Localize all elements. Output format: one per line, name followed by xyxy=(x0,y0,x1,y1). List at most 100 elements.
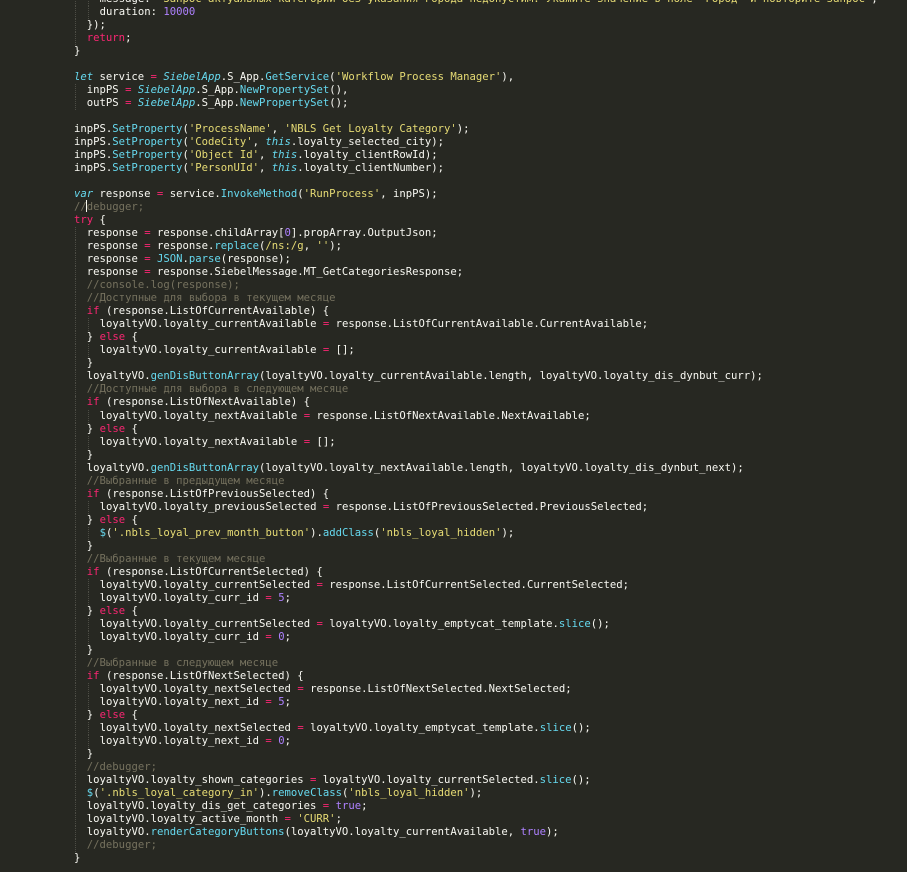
code-token: , xyxy=(259,162,272,175)
code-token: loyaltyVO.loyalty_previousSelected xyxy=(99,500,323,513)
code-line[interactable]: response = response.childArray[0].propAr… xyxy=(74,227,878,241)
code-token: this xyxy=(265,136,291,149)
code-token: ; xyxy=(284,734,291,747)
code-line[interactable]: loyaltyVO.loyalty_nextAvailable = respon… xyxy=(74,409,878,423)
code-token: loyaltyVO.loyalty_nextSelected xyxy=(99,721,298,734)
code-line[interactable]: //debugger; xyxy=(74,760,878,774)
code-line[interactable]: var response = service.InvokeMethod('Run… xyxy=(74,188,878,201)
code-line[interactable]: if (response.ListOfPreviousSelected) { xyxy=(74,487,878,501)
code-line[interactable]: inpPS.SetProperty('PersonUId', this.loya… xyxy=(74,162,878,175)
code-line[interactable]: $('.nbls_loyal_prev_month_button').addCl… xyxy=(74,526,878,540)
code-line[interactable]: loyaltyVO.loyalty_dis_get_categories = t… xyxy=(74,799,878,813)
code-line[interactable]: } xyxy=(74,357,878,371)
code-line[interactable]: loyaltyVO.loyalty_currentSelected = loya… xyxy=(74,617,878,631)
code-line[interactable]: } else { xyxy=(74,422,878,436)
code-token: /ns:/g xyxy=(265,240,304,253)
code-line[interactable]: inpPS.SetProperty('CodeCity', this.loyal… xyxy=(74,136,878,149)
code-token: { xyxy=(125,331,138,344)
code-line[interactable]: loyaltyVO.loyalty_active_month = 'CURR'; xyxy=(74,812,878,826)
code-token: loyaltyVO. xyxy=(86,370,151,383)
code-line[interactable]: if (response.ListOfNextAvailable) { xyxy=(74,396,878,410)
indent-guide xyxy=(75,812,76,826)
code-token: } xyxy=(86,747,94,760)
code-line[interactable]: if (response.ListOfCurrentAvailable) { xyxy=(74,305,878,319)
code-line[interactable]: response = response.replace(/ns:/g, ''); xyxy=(74,240,878,254)
code-line[interactable]: loyaltyVO.loyalty_next_id = 0; xyxy=(74,734,878,748)
code-line[interactable]: } else { xyxy=(74,708,878,722)
code-line[interactable]: loyaltyVO.genDisButtonArray(loyaltyVO.lo… xyxy=(74,370,878,384)
code-line[interactable]: loyaltyVO.loyalty_currentAvailable = res… xyxy=(74,318,878,332)
code-editor[interactable]: message: 'Запрос актуальных категорий бе… xyxy=(0,0,907,872)
code-line[interactable]: } xyxy=(74,539,878,553)
code-line[interactable]: }); xyxy=(74,19,878,33)
code-line[interactable]: loyaltyVO.loyalty_currentAvailable = []; xyxy=(74,344,878,358)
code-line[interactable]: if (response.ListOfCurrentSelected) { xyxy=(74,565,878,579)
code-line[interactable]: } xyxy=(74,448,878,462)
code-line[interactable]: duration: 10000 xyxy=(74,6,878,20)
code-line[interactable]: loyaltyVO.renderCategoryButtons(loyaltyV… xyxy=(74,826,878,840)
code-token: SetProperty xyxy=(112,162,183,175)
indent-guide xyxy=(75,799,76,813)
code-line[interactable]: loyaltyVO.loyalty_previousSelected = res… xyxy=(74,500,878,514)
code-line[interactable]: inpPS.SetProperty('ProcessName', 'NBLS G… xyxy=(74,123,878,136)
code-token: removeClass xyxy=(271,786,342,799)
code-line[interactable]: } else { xyxy=(74,331,878,345)
code-token: //Выбранные в следующем месяце xyxy=(86,656,279,669)
code-line[interactable]: } xyxy=(74,643,878,657)
code-line[interactable]: loyaltyVO.loyalty_nextSelected = respons… xyxy=(74,682,878,696)
code-line[interactable]: //Выбранные в следующем месяце xyxy=(74,656,878,670)
code-lines: message: 'Запрос актуальных категорий бе… xyxy=(74,0,878,865)
code-token: ); xyxy=(456,123,470,136)
indent-guide xyxy=(75,669,76,683)
code-line[interactable]: return; xyxy=(74,32,878,46)
code-line[interactable]: loyaltyVO.genDisButtonArray(loyaltyVO.lo… xyxy=(74,461,878,475)
code-token: } xyxy=(86,539,94,552)
code-line[interactable]: inpPS.SetProperty('Object Id', this.loya… xyxy=(74,149,878,162)
code-line[interactable]: loyaltyVO.loyalty_curr_id = 5; xyxy=(74,591,878,605)
code-line[interactable] xyxy=(74,175,878,188)
code-token: if xyxy=(86,565,100,578)
code-line[interactable]: outPS = SiebelApp.S_App.NewPropertySet()… xyxy=(74,97,878,111)
code-line[interactable]: loyaltyVO.loyalty_currentSelected = resp… xyxy=(74,578,878,592)
code-line[interactable]: loyaltyVO.loyalty_nextSelected = loyalty… xyxy=(74,721,878,735)
code-token: ); xyxy=(329,240,342,253)
code-token: ); xyxy=(501,526,515,539)
code-line[interactable] xyxy=(74,110,878,123)
indent-guide xyxy=(75,331,76,345)
code-line[interactable]: inpPS = SiebelApp.S_App.NewPropertySet()… xyxy=(74,84,878,98)
code-line[interactable]: response = response.SiebelMessage.MT_Get… xyxy=(74,266,878,280)
code-line[interactable]: response = JSON.parse(response); xyxy=(74,253,878,267)
code-line[interactable]: loyaltyVO.loyalty_nextAvailable = []; xyxy=(74,435,878,449)
code-line[interactable]: if (response.ListOfNextSelected) { xyxy=(74,669,878,683)
code-token: .S_App. xyxy=(220,71,266,84)
code-line[interactable]: //debugger; xyxy=(74,839,878,853)
code-line[interactable]: } else { xyxy=(74,604,878,618)
code-line[interactable]: //Выбранные в текущем месяце xyxy=(74,552,878,566)
code-line[interactable]: //debugger; xyxy=(74,200,878,214)
code-line[interactable]: try { xyxy=(74,214,878,227)
code-line[interactable]: loyaltyVO.loyalty_curr_id = 0; xyxy=(74,630,878,644)
code-line[interactable]: } xyxy=(74,747,878,761)
code-token: response xyxy=(86,240,145,253)
code-line[interactable]: //Доступные для выбора в текущем месяце xyxy=(74,292,878,306)
code-token: } xyxy=(86,448,94,461)
code-token: (), xyxy=(329,84,349,97)
indent-guide xyxy=(87,318,89,332)
code-token: if xyxy=(86,396,100,409)
code-line[interactable]: //Выбранные в предыдущем месяце xyxy=(74,474,878,488)
code-line[interactable]: let service = SiebelApp.S_App.GetService… xyxy=(74,71,878,84)
code-line[interactable]: //console.log(response); xyxy=(74,279,878,293)
code-line[interactable]: } xyxy=(74,45,878,58)
code-token: let xyxy=(74,71,94,84)
code-line[interactable]: } xyxy=(74,852,878,865)
code-line[interactable] xyxy=(74,58,878,71)
code-token: loyaltyVO.loyalty_currentSelected. xyxy=(316,773,540,786)
indent-guide xyxy=(75,643,76,657)
code-line[interactable]: //Доступные для выбора в следующем месяц… xyxy=(74,383,878,397)
code-line[interactable]: $('.nbls_loyal_category_in').removeClass… xyxy=(74,786,878,800)
code-token: SiebelApp xyxy=(137,97,196,110)
code-line[interactable]: loyaltyVO.loyalty_shown_categories = loy… xyxy=(74,773,878,787)
code-line[interactable]: loyaltyVO.loyalty_next_id = 5; xyxy=(74,695,878,709)
code-line[interactable]: } else { xyxy=(74,513,878,527)
code-token: // xyxy=(74,201,87,214)
